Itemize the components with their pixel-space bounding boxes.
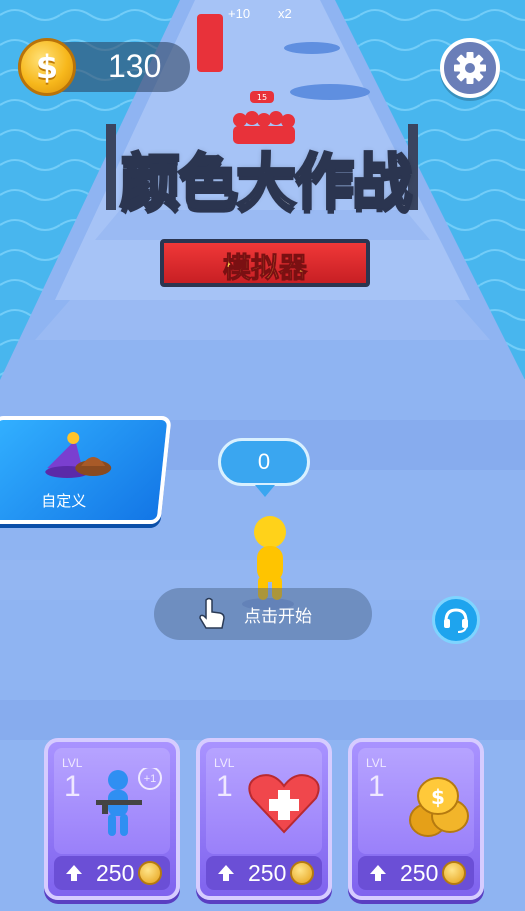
gear-icon xyxy=(454,52,486,84)
heart-plus-icon xyxy=(248,774,320,834)
up-arrow-icon xyxy=(370,865,386,881)
coin-icon xyxy=(442,861,466,885)
coin-counter: $ 130 xyxy=(18,38,190,96)
customize-button[interactable]: 自定义 xyxy=(0,416,172,524)
lvl-number: 1 xyxy=(368,770,385,803)
card-price-bar: 250 xyxy=(54,856,170,890)
game-logo: 颜色大作战 模拟器 xyxy=(119,134,414,304)
crowd-count: 0 xyxy=(257,449,271,474)
bubble-tail xyxy=(255,485,275,497)
lvl-label: LVL xyxy=(366,756,387,770)
customize-label: 自定义 xyxy=(41,492,87,510)
wizard-hat-icon xyxy=(45,432,112,478)
lvl-label: LVL xyxy=(214,756,235,770)
crowd-count-bubble: 0 xyxy=(218,438,310,497)
upgrade-price: 250 xyxy=(96,860,135,886)
upgrade-card-soldier[interactable]: LVL 1 +1 250 xyxy=(44,738,180,900)
logo-subtitle: 模拟器 xyxy=(222,251,307,285)
rail-left xyxy=(106,124,116,210)
start-label: 点击开始 xyxy=(244,607,312,627)
card-price-bar: 250 xyxy=(358,856,474,890)
coin-count: 130 xyxy=(108,48,162,84)
lvl-number: 1 xyxy=(216,770,233,803)
upgrade-price: 250 xyxy=(400,860,439,886)
logo-ribbon: 模拟器 xyxy=(160,239,370,287)
coin-stack-icon: $ xyxy=(409,777,469,837)
upgrade-card-health[interactable]: LVL 1 250 xyxy=(196,738,332,900)
bonus-gate-plus: +10 xyxy=(228,6,250,21)
settings-button[interactable] xyxy=(440,38,500,98)
support-button[interactable] xyxy=(432,596,480,644)
logo-title: 颜色大作战 xyxy=(119,147,414,220)
enemy-badge: 15 xyxy=(257,93,267,102)
svg-text:+1: +1 xyxy=(144,773,157,785)
headset-icon xyxy=(444,608,468,633)
upgrade-price: 250 xyxy=(248,860,287,886)
tap-hand-icon xyxy=(199,597,225,629)
coin-icon: $ xyxy=(18,38,76,96)
card-price-bar: 250 xyxy=(206,856,322,890)
platform xyxy=(290,84,370,100)
bonus-gate-mult: x2 xyxy=(278,6,292,21)
start-button[interactable]: 点击开始 xyxy=(154,588,372,640)
coin-icon xyxy=(290,861,314,885)
platform xyxy=(284,42,340,54)
red-pillar xyxy=(197,14,223,72)
coin-icon xyxy=(138,861,162,885)
up-arrow-icon xyxy=(218,865,234,881)
svg-text:$: $ xyxy=(431,785,445,809)
up-arrow-icon xyxy=(66,865,82,881)
soldier-gun-icon: +1 xyxy=(96,768,162,836)
upgrade-card-income[interactable]: LVL 1 $ 250 xyxy=(348,738,484,900)
